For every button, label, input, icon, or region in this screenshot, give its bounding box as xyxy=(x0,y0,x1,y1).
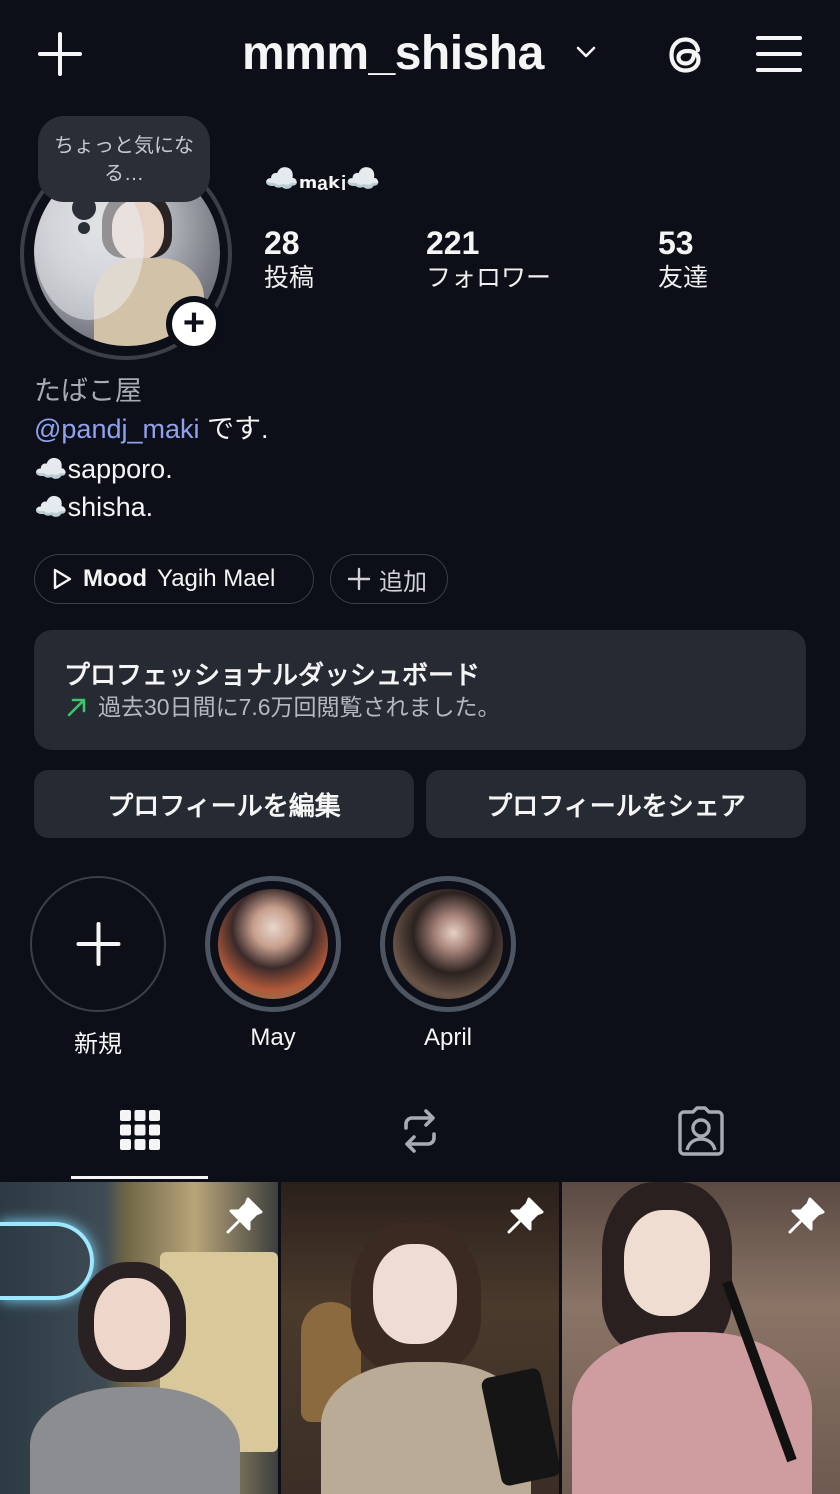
post-tile[interactable] xyxy=(0,1182,278,1494)
add-chip-button[interactable]: 追加 xyxy=(330,554,448,604)
username-switcher[interactable]: mmm_shisha xyxy=(242,26,544,81)
music-chip[interactable]: Mood Yagih Mael xyxy=(34,554,314,604)
stat-label: 友達 xyxy=(658,264,709,292)
dashboard-subtitle: 過去30日間に7.6万回閲覧されました。 xyxy=(98,694,501,720)
bio-line: ☁️sapporo. xyxy=(34,454,173,484)
pin-icon xyxy=(507,1197,544,1234)
bio-text: です. xyxy=(199,414,269,444)
menu-icon[interactable] xyxy=(756,34,804,74)
note-bubble-tail xyxy=(78,222,90,234)
stat-value: 28 xyxy=(264,225,300,261)
stat-label: 投稿 xyxy=(264,264,315,292)
stat-posts[interactable]: 28 投稿 xyxy=(264,224,314,294)
plus-icon xyxy=(347,567,371,591)
post-tile[interactable] xyxy=(562,1182,840,1494)
highlight-april[interactable]: April xyxy=(380,876,516,1052)
tab-active-indicator xyxy=(71,1176,208,1179)
trend-up-icon xyxy=(67,698,86,717)
add-chip-label: 追加 xyxy=(379,568,427,596)
dashboard-title: プロフェッショナルダッシュボード xyxy=(64,660,481,690)
music-artist: Yagih Mael xyxy=(156,565,276,592)
highlight-may[interactable]: May xyxy=(205,876,341,1052)
mention-link[interactable]: @pandj_maki xyxy=(34,414,200,444)
post-tile[interactable] xyxy=(281,1182,559,1494)
bio-line: ☁️shisha. xyxy=(34,492,154,522)
chevron-down-icon[interactable] xyxy=(574,40,598,64)
highlight-new[interactable]: 新規 xyxy=(30,876,166,1059)
music-title: Mood xyxy=(83,565,147,592)
edit-profile-button[interactable]: プロフィールを編集 xyxy=(34,770,414,838)
stat-value: 53 xyxy=(658,225,694,261)
share-profile-button[interactable]: プロフィールをシェア xyxy=(426,770,806,838)
grid-icon[interactable] xyxy=(119,1106,161,1156)
professional-dashboard[interactable]: プロフェッショナルダッシュボード 過去30日間に7.6万回閲覧されました。 xyxy=(34,630,806,750)
highlight-label: May xyxy=(250,1024,296,1051)
pin-icon xyxy=(226,1197,263,1234)
bio-category: たばこ屋 xyxy=(34,376,142,406)
create-plus-icon[interactable] xyxy=(36,30,84,78)
add-story-button[interactable]: + xyxy=(166,296,222,352)
display-name: ☁️ₘₐₖᵢ☁️ xyxy=(264,163,381,194)
tagged-icon[interactable] xyxy=(676,1106,726,1158)
bio-mention-line: @pandj_maki です. xyxy=(34,410,269,448)
threads-icon[interactable] xyxy=(660,28,712,80)
stat-friends[interactable]: 53 友達 xyxy=(658,224,708,294)
stat-value: 221 xyxy=(426,225,480,261)
note-bubble[interactable]: ちょっと気になる… xyxy=(38,116,210,202)
stat-label: フォロワー xyxy=(426,264,552,292)
reposts-icon[interactable] xyxy=(396,1106,444,1158)
plus-icon xyxy=(76,922,120,966)
highlight-label: April xyxy=(423,1024,472,1051)
pin-icon xyxy=(788,1197,825,1234)
stat-followers[interactable]: 221 フォロワー xyxy=(426,224,551,294)
play-icon xyxy=(53,568,72,590)
plus-icon: + xyxy=(172,302,216,346)
highlight-label: 新規 xyxy=(74,1031,122,1058)
